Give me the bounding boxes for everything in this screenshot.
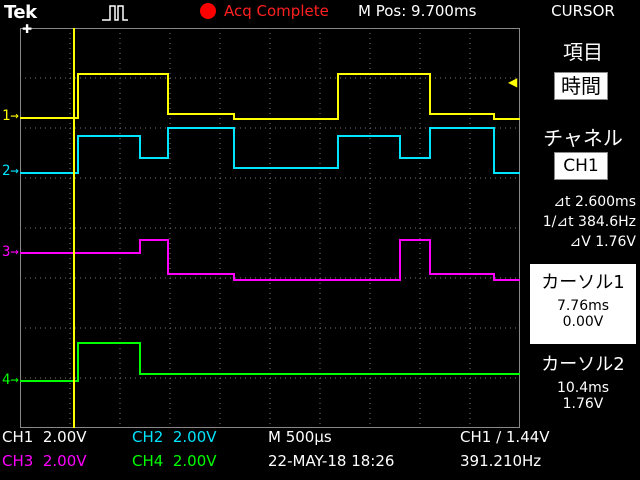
acq-status-text: Acq Complete (224, 2, 329, 20)
ch3-scale: CH3 2.00V (2, 452, 87, 470)
delta-t-readout: ⊿t 2.600ms (553, 194, 636, 210)
item-select-button[interactable]: 時間 (554, 72, 608, 100)
trigger-setting: CH1 ∕ 1.44V (460, 428, 550, 446)
cursor1-button[interactable]: カーソル1 7.76ms 0.00V (530, 264, 636, 344)
tek-logo: Tek (4, 2, 37, 23)
channel-select-button[interactable]: CH1 (554, 152, 608, 180)
frequency-readout: 1/⊿t 384.6Hz (542, 214, 636, 230)
cursor2-volt: 1.76V (562, 396, 604, 412)
ch2-ground-marker[interactable]: 2→ (2, 163, 19, 179)
ch2-scale: CH2 2.00V (132, 428, 217, 446)
item-label: 項目 (563, 40, 603, 64)
channel-label: チャネル (543, 126, 623, 150)
timebase: M 500μs (268, 428, 332, 446)
acq-status-icon (200, 3, 216, 19)
ch3-ground-marker[interactable]: 3→ (2, 244, 19, 260)
trigger-level-marker[interactable]: ◀ (508, 75, 517, 89)
cursor2-label: カーソル2 (541, 354, 625, 375)
date-time: 22-MAY-18 18:26 (268, 452, 395, 470)
trigger-pulse-icon (102, 5, 128, 21)
horizontal-position: M Pos: 9.700ms (358, 2, 477, 20)
cursor1-time: 7.76ms (556, 298, 610, 314)
trigger-frequency: 391.210Hz (460, 452, 542, 470)
delta-v-readout: ⊿V 1.76V (569, 234, 636, 250)
ch4-scale: CH4 2.00V (132, 452, 217, 470)
ch1-scale: CH1 2.00V (2, 428, 87, 446)
ch1-ground-marker[interactable]: 1→ (2, 108, 19, 124)
menu-title: CURSOR (551, 2, 615, 20)
cursor2-time: 10.4ms (556, 380, 610, 396)
waveform-display (20, 28, 520, 428)
cursor2-button[interactable]: カーソル2 10.4ms 1.76V (530, 350, 636, 422)
ch4-ground-marker[interactable]: 4→ (2, 372, 19, 388)
trigger-position-marker: ✚ (22, 22, 33, 36)
cursor1-label: カーソル1 (541, 272, 625, 293)
cursor1-volt: 0.00V (562, 314, 604, 330)
